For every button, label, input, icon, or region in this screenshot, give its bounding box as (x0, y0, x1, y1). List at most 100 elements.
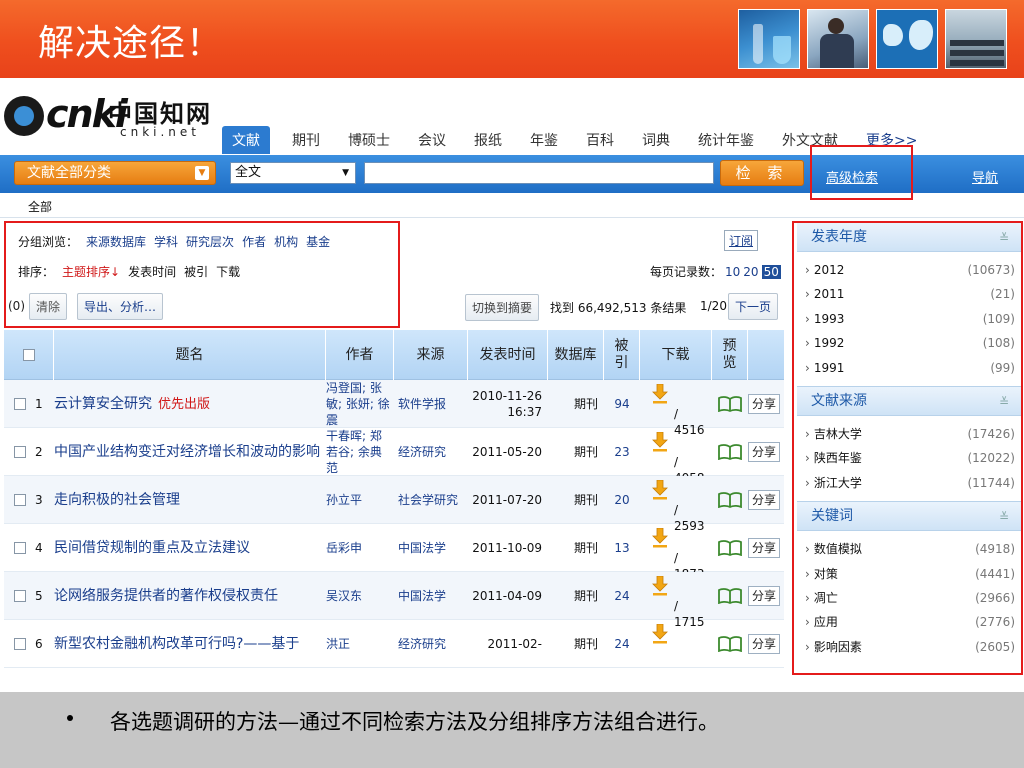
result-authors[interactable]: 洪正 (326, 636, 354, 652)
share-button[interactable]: 分享 (748, 538, 781, 558)
tab-foreign-literature[interactable]: 外文文献 (774, 130, 846, 154)
filter-item[interactable]: › 1993 (109) (797, 307, 1023, 331)
tab-statistics-yearbook[interactable]: 统计年鉴 (690, 130, 762, 154)
download-icon[interactable] (652, 384, 668, 404)
result-title-link[interactable]: 走向积极的社会管理 (54, 492, 180, 508)
open-book-icon[interactable] (718, 636, 742, 652)
export-analyze-button[interactable]: 导出、分析… (77, 292, 164, 320)
browse-fund[interactable]: 基金 (306, 233, 330, 250)
col-date[interactable]: 发表时间 (468, 330, 548, 380)
double-chevron-down-icon[interactable]: ≚ (999, 224, 1009, 252)
tab-literature[interactable]: 文献 (222, 126, 270, 154)
result-citations[interactable]: 24 (614, 588, 629, 604)
select-all-checkbox[interactable] (22, 349, 35, 361)
open-book-icon[interactable] (718, 540, 742, 556)
subscribe-button[interactable]: 订阅 (724, 230, 759, 251)
source-group-header[interactable]: 文献来源 ≚ (797, 385, 1023, 416)
row-checkbox[interactable] (14, 494, 26, 506)
filter-item[interactable]: › 数值模拟 (4918) (797, 537, 1023, 561)
result-title-link[interactable]: 论网络服务提供者的著作权侵权责任 (54, 588, 278, 604)
browse-research-level[interactable]: 研究层次 (186, 233, 234, 250)
row-checkbox[interactable] (14, 398, 26, 410)
tab-conference[interactable]: 会议 (410, 130, 454, 154)
download-icon[interactable] (652, 480, 668, 500)
tab-encyclopedia[interactable]: 百科 (578, 130, 622, 154)
result-source[interactable]: 经济研究 (394, 636, 450, 652)
filter-item[interactable]: › 吉林大学 (17426) (797, 422, 1023, 446)
result-authors[interactable]: 孙立平 (326, 492, 366, 508)
per-page-10[interactable]: 10 (725, 265, 740, 279)
result-source[interactable]: 中国法学 (394, 540, 450, 556)
col-citations[interactable]: 被引 (604, 330, 640, 380)
result-authors[interactable]: 岳彩申 (326, 540, 366, 556)
row-checkbox[interactable] (14, 446, 26, 458)
tab-yearbook[interactable]: 年鉴 (522, 130, 566, 154)
result-source[interactable]: 软件学报 (394, 396, 450, 412)
col-title[interactable]: 题名 (54, 330, 326, 380)
share-button[interactable]: 分享 (748, 586, 781, 606)
browse-institution[interactable]: 机构 (274, 233, 298, 250)
field-select[interactable]: 全文 ▼ (230, 162, 356, 184)
tab-thesis[interactable]: 博硕士 (340, 130, 398, 154)
result-citations[interactable]: 23 (614, 444, 629, 460)
result-citations[interactable]: 94 (614, 396, 629, 412)
result-citations[interactable]: 20 (614, 492, 629, 508)
filter-item[interactable]: › 凋亡 (2966) (797, 586, 1023, 610)
col-downloads[interactable]: 下载 (640, 330, 712, 380)
result-authors[interactable]: 吴汉东 (326, 588, 366, 604)
share-button[interactable]: 分享 (748, 490, 781, 510)
filter-item[interactable]: › 影响因素 (2605) (797, 635, 1023, 659)
share-button[interactable]: 分享 (748, 442, 781, 462)
download-icon[interactable] (652, 528, 668, 548)
next-page-button[interactable]: 下一页 (728, 293, 779, 320)
filter-item[interactable]: › 浙江大学 (11744) (797, 471, 1023, 495)
download-icon[interactable] (652, 624, 668, 644)
result-citations[interactable]: 13 (614, 540, 629, 556)
year-group-header[interactable]: 发表年度 ≚ (797, 222, 1023, 252)
download-icon[interactable] (652, 576, 668, 596)
tab-more[interactable]: 更多>> (858, 130, 925, 154)
filter-item[interactable]: › 对策 (4441) (797, 562, 1023, 586)
double-chevron-down-icon[interactable]: ≚ (999, 503, 1009, 531)
category-select[interactable]: 文献全部分类 ▼ (14, 161, 216, 185)
cnki-logo[interactable]: cnki 中国知网 cnki.net (4, 92, 214, 148)
result-source[interactable]: 中国法学 (394, 588, 450, 604)
browse-subject[interactable]: 学科 (154, 233, 178, 250)
row-checkbox[interactable] (14, 542, 26, 554)
row-checkbox[interactable] (14, 638, 26, 650)
result-authors[interactable]: 冯登国; 张敏; 张妍; 徐震 (326, 380, 394, 428)
filter-item[interactable]: › 1992 (108) (797, 331, 1023, 355)
tab-dictionary[interactable]: 词典 (634, 130, 678, 154)
result-title-link[interactable]: 新型农村金融机构改革可行吗?——基于 (54, 636, 299, 652)
open-book-icon[interactable] (718, 588, 742, 604)
download-icon[interactable] (652, 432, 668, 452)
search-input[interactable] (364, 162, 714, 184)
browse-source-db[interactable]: 来源数据库 (86, 233, 146, 250)
filter-item[interactable]: › 应用 (2776) (797, 610, 1023, 634)
advanced-search-link[interactable]: 高级检索 (826, 167, 878, 186)
open-book-icon[interactable] (718, 444, 742, 460)
filter-item[interactable]: › 2011 (21) (797, 282, 1023, 306)
sort-by-citations[interactable]: 被引 (184, 263, 208, 280)
open-book-icon[interactable] (718, 396, 742, 412)
filter-item[interactable]: › 1991 (99) (797, 356, 1023, 380)
tab-journal[interactable]: 期刊 (284, 130, 328, 154)
sort-by-downloads[interactable]: 下载 (216, 263, 240, 280)
share-button[interactable]: 分享 (748, 394, 781, 414)
clear-button[interactable]: 清除 (29, 292, 68, 320)
result-title-link[interactable]: 云计算安全研究 (54, 396, 152, 412)
result-source[interactable]: 经济研究 (394, 444, 450, 460)
filter-item[interactable]: › 陕西年鉴 (12022) (797, 446, 1023, 470)
result-citations[interactable]: 24 (614, 636, 629, 652)
open-book-icon[interactable] (718, 492, 742, 508)
per-page-50[interactable]: 50 (761, 265, 781, 279)
keyword-group-header[interactable]: 关键词 ≚ (797, 501, 1023, 532)
navigation-link[interactable]: 导航 (972, 167, 998, 186)
switch-to-abstract-button[interactable]: 切换到摘要 (465, 294, 540, 321)
search-button[interactable]: 检 索 (720, 160, 804, 186)
filter-item[interactable]: › 2012 (10673) (797, 258, 1023, 282)
browse-author[interactable]: 作者 (242, 233, 266, 250)
result-title-link[interactable]: 民间借贷规制的重点及立法建议 (54, 540, 250, 556)
share-button[interactable]: 分享 (748, 634, 781, 654)
tab-newspaper[interactable]: 报纸 (466, 130, 510, 154)
